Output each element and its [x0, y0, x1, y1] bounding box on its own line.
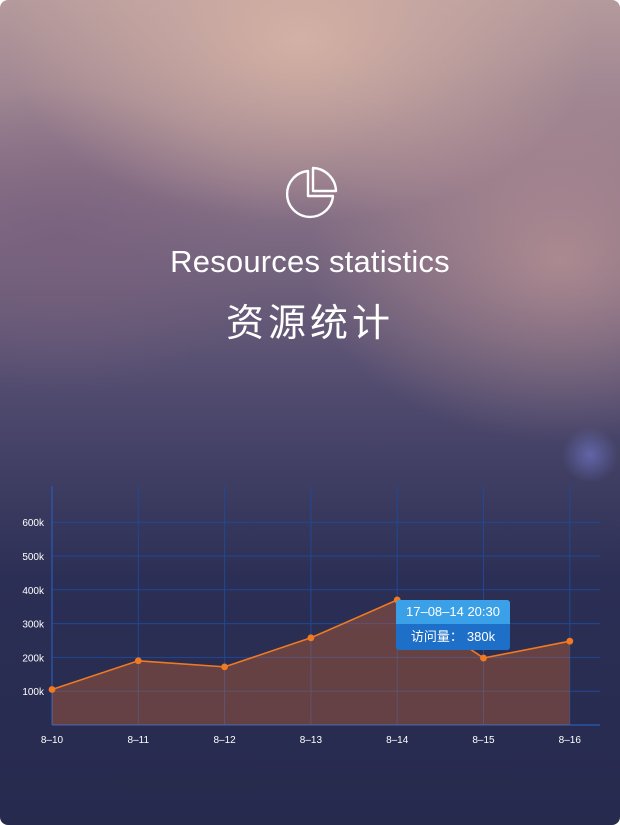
area-chart: 100k 200k 300k 400k 500k 600k 8–10 8–11 8–12 8–13…	[22, 486, 600, 746]
x-tick-label: 8–11	[128, 735, 150, 746]
pie-chart-icon	[285, 166, 338, 219]
chart-tooltip: 17–08–14 20:30 访问量： 380k	[396, 600, 510, 650]
title-english: Resources statistics	[170, 244, 450, 279]
x-tick-label: 8–12	[213, 735, 236, 746]
tooltip-value: 380k	[466, 629, 496, 644]
data-point	[566, 637, 574, 645]
y-tick-label: 100k	[22, 687, 45, 698]
x-tick-label: 8–14	[386, 735, 409, 746]
x-tick-label: 8–15	[472, 735, 495, 746]
y-tick-label: 300k	[22, 620, 45, 631]
data-point	[221, 663, 229, 671]
y-tick-label: 400k	[22, 586, 45, 597]
title-chinese: 资源统计	[225, 301, 394, 345]
tooltip-time: 17–08–14 20:30	[396, 600, 510, 624]
data-point	[48, 686, 56, 693]
x-tick-label: 8–10	[41, 735, 64, 746]
x-tick-label: 8–13	[300, 735, 323, 746]
y-tick-label: 200k	[22, 653, 45, 664]
y-tick-label: 500k	[22, 552, 45, 563]
tooltip-value-row: 访问量： 380k	[396, 624, 510, 650]
x-tick-label: 8–16	[559, 735, 582, 746]
data-point	[134, 657, 142, 665]
tooltip-label: 访问量：	[410, 629, 463, 644]
stats-card: Resources statistics 资源统计 100k 200k 300k 40…	[0, 0, 620, 825]
data-point	[307, 634, 315, 642]
data-point	[480, 654, 487, 662]
y-tick-label: 600k	[22, 518, 45, 529]
